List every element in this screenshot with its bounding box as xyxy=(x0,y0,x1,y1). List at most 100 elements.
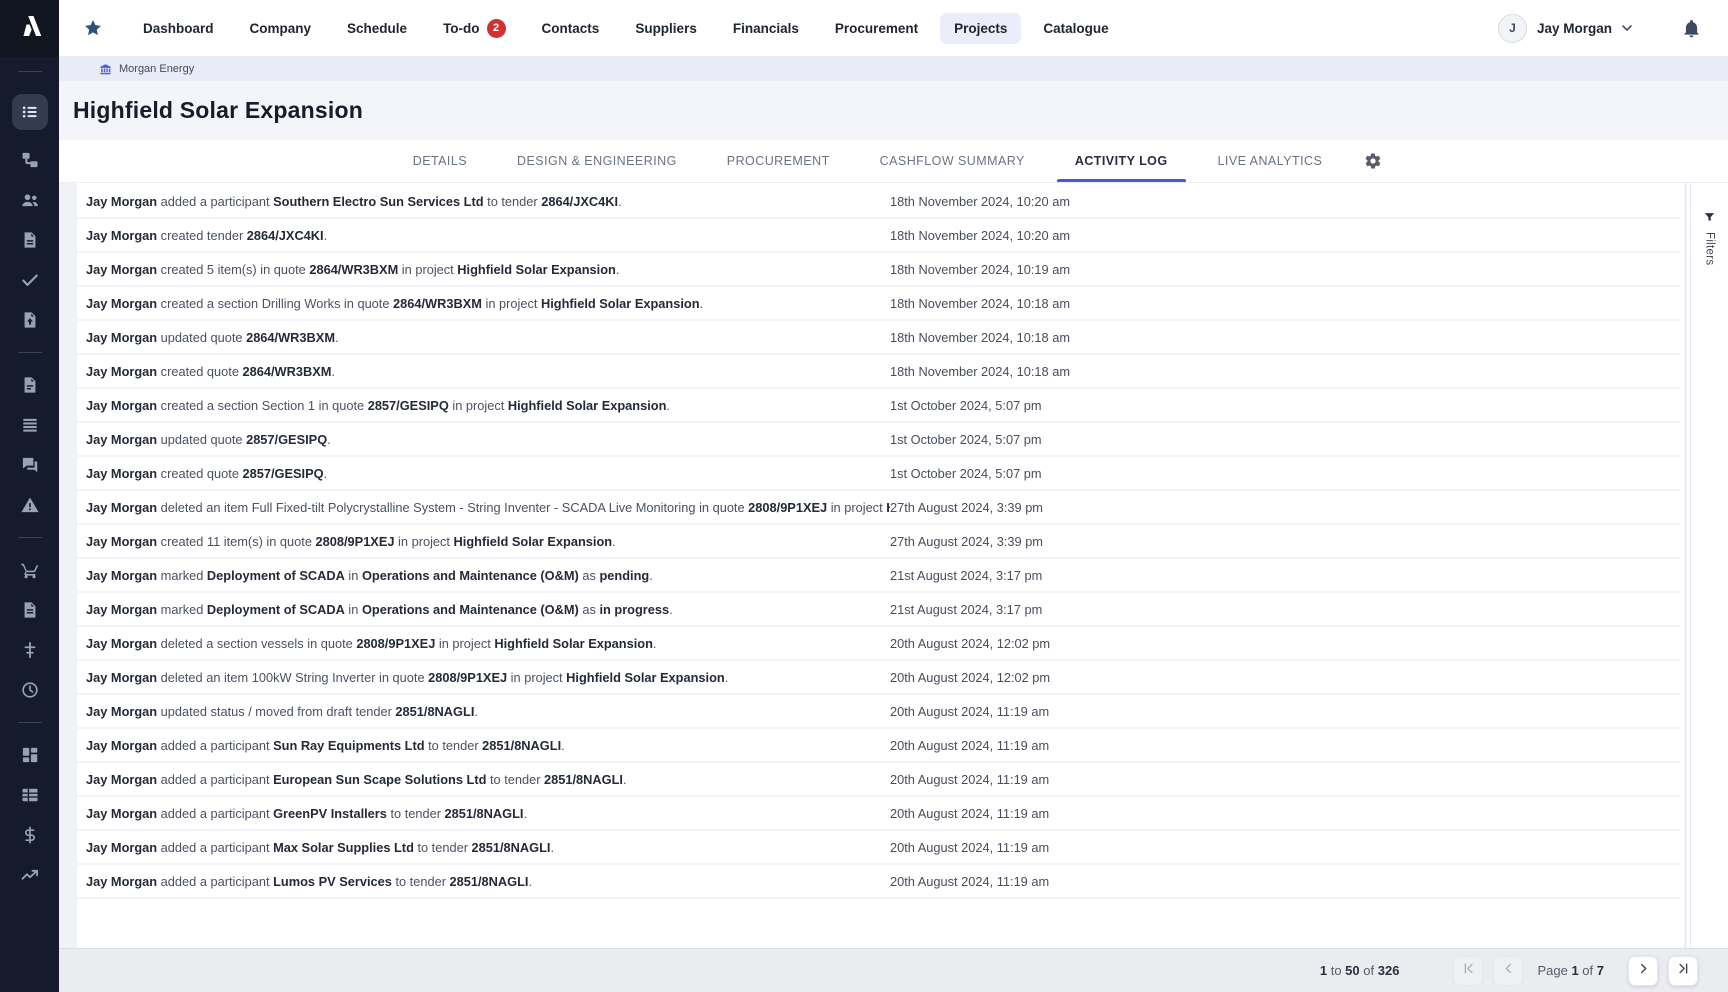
pagination-from: 1 xyxy=(1320,963,1327,978)
activity-row[interactable]: Jay Morgan marked Deployment of SCADA in… xyxy=(77,559,1680,593)
breadcrumb-company[interactable]: Morgan Energy xyxy=(119,63,194,75)
tab-details[interactable]: DETAILS xyxy=(395,140,485,182)
sidebar-item-alert[interactable] xyxy=(20,495,40,515)
activity-row[interactable]: Jay Morgan created tender 2864/JXC4KI.18… xyxy=(77,219,1680,253)
activity-row[interactable]: Jay Morgan added a participant Southern … xyxy=(77,185,1680,219)
sidebar-item-dollar[interactable] xyxy=(20,825,40,845)
pagination-to-word: to xyxy=(1331,963,1342,978)
main-nav: Dashboard Company Schedule To-do2 Contacts Su… xyxy=(129,11,1123,46)
activity-row[interactable]: Jay Morgan updated status / moved from d… xyxy=(77,695,1680,729)
user-name[interactable]: Jay Morgan xyxy=(1537,21,1612,36)
previous-page-button[interactable] xyxy=(1493,956,1523,986)
nav-item-label: To-do xyxy=(443,21,479,36)
tab-design-engineering[interactable]: DESIGN & ENGINEERING xyxy=(499,140,695,182)
sidebar-divider xyxy=(18,71,42,72)
sidebar-item-file-upload[interactable] xyxy=(20,310,40,330)
pagination-page-indicator: Page 1 of 7 xyxy=(1537,963,1604,978)
nav-item-company[interactable]: Company xyxy=(236,13,326,44)
nav-item-label: Catalogue xyxy=(1043,21,1108,36)
nav-item-projects[interactable]: Projects xyxy=(940,13,1021,44)
sidebar-item-workflow[interactable] xyxy=(20,150,40,170)
tab-cashflow-summary[interactable]: CASHFLOW SUMMARY xyxy=(862,140,1043,182)
sidebar-item-clock[interactable] xyxy=(20,680,40,700)
chevron-down-icon[interactable] xyxy=(1619,20,1635,36)
activity-message: Jay Morgan added a participant Sun Ray E… xyxy=(86,738,890,753)
activity-row[interactable]: Jay Morgan added a participant Lumos PV … xyxy=(77,865,1680,899)
last-page-button[interactable] xyxy=(1668,956,1698,986)
sidebar-item-check[interactable] xyxy=(20,270,40,290)
activity-timestamp: 18th November 2024, 10:19 am xyxy=(890,262,1070,277)
activity-row[interactable]: Jay Morgan created quote 2857/GESIPQ.1st… xyxy=(77,457,1680,491)
activity-row[interactable]: Jay Morgan added a participant European … xyxy=(77,763,1680,797)
nav-item-label: Schedule xyxy=(347,21,407,36)
activity-row[interactable]: Jay Morgan updated quote 2857/GESIPQ.1st… xyxy=(77,423,1680,457)
sidebar-item-adjust[interactable] xyxy=(20,640,40,660)
sidebar-item-table[interactable] xyxy=(20,785,40,805)
activity-row[interactable]: Jay Morgan added a participant Sun Ray E… xyxy=(77,729,1680,763)
sidebar-item-users[interactable] xyxy=(20,190,40,210)
nav-item-label: Financials xyxy=(733,21,799,36)
nav-item-catalogue[interactable]: Catalogue xyxy=(1029,13,1122,44)
sidebar-item-rows[interactable] xyxy=(20,415,40,435)
filter-funnel-icon xyxy=(1703,211,1716,224)
activity-timestamp: 18th November 2024, 10:20 am xyxy=(890,194,1070,209)
filters-panel-toggle[interactable]: Filters xyxy=(1690,183,1728,948)
nav-item-label: Projects xyxy=(954,21,1007,36)
activity-timestamp: 20th August 2024, 11:19 am xyxy=(890,704,1049,719)
sidebar-item-list[interactable] xyxy=(12,94,48,130)
favorite-star-icon[interactable] xyxy=(83,18,103,38)
activity-row[interactable]: Jay Morgan deleted a section vessels in … xyxy=(77,627,1680,661)
sidebar-divider xyxy=(18,722,42,723)
cart-icon xyxy=(20,560,40,580)
sidebar-item-invoice[interactable] xyxy=(20,600,40,620)
activity-row[interactable]: Jay Morgan updated quote 2864/WR3BXM.18t… xyxy=(77,321,1680,355)
sidebar-item-cart[interactable] xyxy=(20,560,40,580)
tab-procurement[interactable]: PROCUREMENT xyxy=(709,140,848,182)
sidebar-item-chat[interactable] xyxy=(20,455,40,475)
activity-timestamp: 20th August 2024, 11:19 am xyxy=(890,874,1049,889)
app-logo[interactable] xyxy=(0,0,59,57)
invoice-icon xyxy=(20,600,40,620)
avatar[interactable]: J xyxy=(1498,14,1527,43)
activity-row[interactable]: Jay Morgan deleted an item 100kW String … xyxy=(77,661,1680,695)
nav-item-procurement[interactable]: Procurement xyxy=(821,13,932,44)
sidebar-item-grid[interactable] xyxy=(20,745,40,765)
tab-live-analytics[interactable]: LIVE ANALYTICS xyxy=(1200,140,1341,182)
activity-row[interactable]: Jay Morgan marked Deployment of SCADA in… xyxy=(77,593,1680,627)
nav-item-to-do[interactable]: To-do2 xyxy=(429,11,519,46)
tab-activity-log[interactable]: ACTIVITY LOG xyxy=(1057,140,1186,182)
next-page-button[interactable] xyxy=(1628,956,1658,986)
activity-message: Jay Morgan created a section Section 1 i… xyxy=(86,398,890,413)
first-page-button[interactable] xyxy=(1453,956,1483,986)
nav-item-suppliers[interactable]: Suppliers xyxy=(621,13,711,44)
left-gutter xyxy=(59,183,77,948)
topnav-right: J Jay Morgan xyxy=(1498,14,1702,43)
page-title: Highfield Solar Expansion xyxy=(73,97,363,124)
sidebar-items xyxy=(0,57,59,885)
activity-message: Jay Morgan created a section Drilling Wo… xyxy=(86,296,890,311)
sidebar-item-document[interactable] xyxy=(20,230,40,250)
activity-message: Jay Morgan created quote 2857/GESIPQ. xyxy=(86,466,890,481)
activity-row[interactable]: Jay Morgan deleted an item Full Fixed-ti… xyxy=(77,491,1680,525)
tab-settings-gear-icon[interactable] xyxy=(1354,140,1392,182)
sidebar-item-file[interactable] xyxy=(20,375,40,395)
last-page-icon xyxy=(1676,961,1691,981)
activity-row[interactable]: Jay Morgan created 5 item(s) in quote 28… xyxy=(77,253,1680,287)
activity-row[interactable]: Jay Morgan created a section Drilling Wo… xyxy=(77,287,1680,321)
nav-item-label: Procurement xyxy=(835,21,918,36)
pagination-page-of-word: of xyxy=(1582,963,1593,978)
activity-row[interactable]: Jay Morgan created a section Section 1 i… xyxy=(77,389,1680,423)
sidebar-item-trend[interactable] xyxy=(20,865,40,885)
nav-item-dashboard[interactable]: Dashboard xyxy=(129,13,228,44)
activity-row[interactable]: Jay Morgan added a participant Max Solar… xyxy=(77,831,1680,865)
notifications-bell-icon[interactable] xyxy=(1681,18,1702,39)
activity-row[interactable]: Jay Morgan created quote 2864/WR3BXM.18t… xyxy=(77,355,1680,389)
nav-item-label: Suppliers xyxy=(635,21,697,36)
nav-item-contacts[interactable]: Contacts xyxy=(528,13,614,44)
nav-item-schedule[interactable]: Schedule xyxy=(333,13,421,44)
activity-list: Jay Morgan added a participant Southern … xyxy=(77,183,1680,948)
activity-row[interactable]: Jay Morgan added a participant GreenPV I… xyxy=(77,797,1680,831)
scrollbar-track[interactable] xyxy=(1680,183,1690,948)
nav-item-financials[interactable]: Financials xyxy=(719,13,813,44)
activity-row[interactable]: Jay Morgan created 11 item(s) in quote 2… xyxy=(77,525,1680,559)
